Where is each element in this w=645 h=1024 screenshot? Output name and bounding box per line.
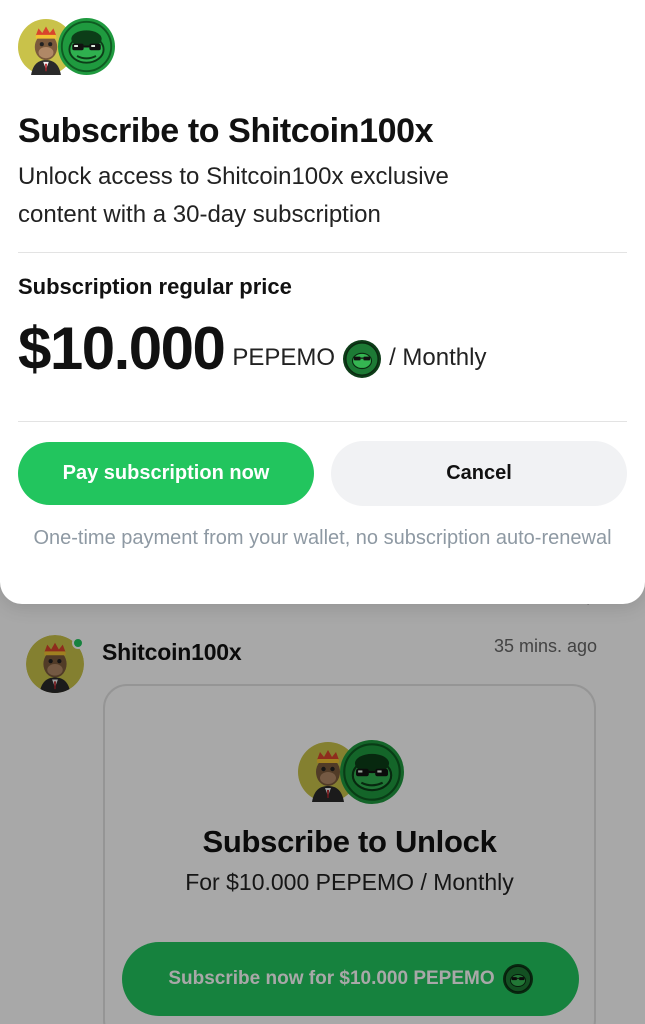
post-author-avatar[interactable]	[26, 635, 84, 693]
cancel-button[interactable]: Cancel	[331, 441, 627, 506]
price-period: / Monthly	[389, 344, 487, 371]
card-title: Subscribe to Unlock	[202, 824, 497, 859]
subscribe-modal: Subscribe to Shitcoin100x Unlock access …	[0, 0, 645, 604]
card-subtitle: For $10.000 PEPEMO / Monthly	[185, 869, 514, 895]
pepemo-coin-icon	[503, 964, 533, 994]
post-timestamp: 35 mins. ago	[493, 636, 597, 656]
pay-subscription-button[interactable]: Pay subscription now	[18, 442, 314, 505]
divider	[18, 252, 627, 253]
modal-title: Subscribe to Shitcoin100x	[18, 112, 434, 150]
divider	[18, 421, 627, 422]
pepemo-coin-icon	[58, 18, 115, 75]
pepemo-coin-icon	[343, 340, 381, 378]
price-row: $10.000 PEPEMO / Monthly	[18, 308, 486, 384]
online-status-indicator	[72, 637, 84, 649]
pepemo-coin-icon	[340, 740, 404, 804]
modal-avatar-stack	[18, 18, 118, 76]
subscribe-now-button[interactable]: Subscribe now for $10.000 PEPEMO	[122, 942, 579, 1016]
post-author-name[interactable]: Shitcoin100x	[102, 639, 242, 666]
subscribe-now-button-label: Subscribe now for $10.000 PEPEMO	[168, 968, 495, 989]
locked-content-card: Subscribe to Unlock For $10.000 PEPEMO /…	[103, 684, 596, 1024]
price-token: PEPEMO	[232, 344, 336, 371]
card-avatar-stack	[298, 740, 408, 804]
modal-description: Unlock access to Shitcoin100x exclusive …	[18, 163, 449, 228]
price-label: Subscription regular price	[18, 274, 292, 299]
price-amount: $10.000	[18, 315, 226, 382]
payment-note: One-time payment from your wallet, no su…	[33, 527, 612, 549]
